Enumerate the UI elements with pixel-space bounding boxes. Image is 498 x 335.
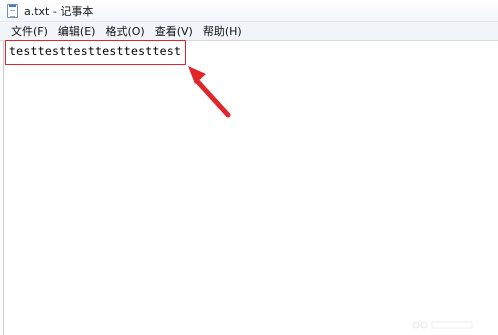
editor-content[interactable]: testtesttesttesttesttest [9, 44, 181, 58]
menu-format[interactable]: 格式(O) [100, 23, 149, 40]
window-title: a.txt - 记事本 [24, 5, 94, 18]
title-bar[interactable]: a.txt - 记事本 [0, 0, 498, 22]
menu-view[interactable]: 查看(V) [150, 23, 198, 40]
notepad-icon [7, 4, 18, 18]
menu-bar: 文件(F) 编辑(E) 格式(O) 查看(V) 帮助(H) [0, 22, 498, 41]
menu-edit[interactable]: 编辑(E) [53, 23, 101, 40]
text-editor-area[interactable]: testtesttesttesttesttest [3, 41, 498, 335]
notepad-window: a.txt - 记事本 文件(F) 编辑(E) 格式(O) 查看(V) 帮助(H… [0, 0, 498, 335]
menu-help[interactable]: 帮助(H) [198, 23, 247, 40]
menu-file[interactable]: 文件(F) [6, 23, 53, 40]
